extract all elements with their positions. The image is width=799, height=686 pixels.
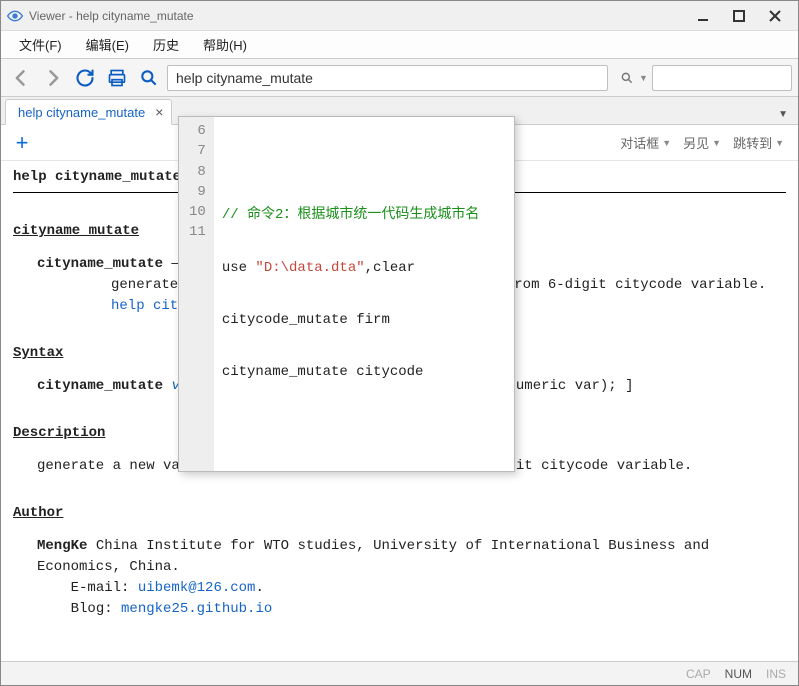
author-block: MengKe China Institute for WTO studies, … bbox=[37, 536, 786, 620]
chevron-down-icon: ▼ bbox=[712, 138, 721, 148]
line-gutter: 6 7 8 9 10 11 bbox=[179, 117, 214, 471]
menubar: 文件(F) 编辑(E) 历史 帮助(H) bbox=[1, 31, 798, 59]
find-button[interactable] bbox=[135, 64, 163, 92]
menu-history[interactable]: 历史 bbox=[141, 31, 191, 58]
tab-overflow-dropdown[interactable]: ▼ bbox=[774, 105, 792, 124]
search-icon[interactable] bbox=[618, 65, 636, 91]
status-num: NUM bbox=[725, 667, 752, 681]
email-link[interactable]: uibemk@126.com bbox=[138, 580, 256, 596]
viewer-window: Viewer - help cityname_mutate 文件(F) 编辑(E… bbox=[0, 0, 799, 686]
toolbar: ▼ bbox=[1, 59, 798, 97]
dialogbox-button[interactable]: 对话框▼ bbox=[616, 130, 675, 155]
titlebar: Viewer - help cityname_mutate bbox=[1, 1, 798, 31]
tab-close-icon[interactable]: × bbox=[155, 105, 163, 119]
blog-link[interactable]: mengke25.github.io bbox=[121, 601, 272, 617]
menu-edit[interactable]: 编辑(E) bbox=[74, 31, 141, 58]
status-ins: INS bbox=[766, 667, 786, 681]
author-name: MengKe bbox=[37, 538, 87, 554]
menu-help[interactable]: 帮助(H) bbox=[191, 31, 259, 58]
address-input[interactable] bbox=[167, 65, 608, 91]
maximize-button[interactable] bbox=[722, 5, 756, 27]
search-group: ▼ bbox=[618, 65, 792, 91]
jumpto-button[interactable]: 跳转到▼ bbox=[729, 130, 788, 155]
close-button[interactable] bbox=[758, 5, 792, 27]
print-button[interactable] bbox=[103, 64, 131, 92]
tab-label: help cityname_mutate bbox=[18, 105, 145, 120]
forward-button[interactable] bbox=[39, 64, 67, 92]
add-tab-button[interactable]: + bbox=[11, 130, 33, 156]
code-lines: // 命令2：根据城市统一代码生成城市名 use "D:\data.dta",c… bbox=[214, 117, 488, 471]
window-controls bbox=[686, 5, 792, 27]
code-tooltip: 6 7 8 9 10 11 // 命令2：根据城市统一代码生成城市名 use "… bbox=[178, 116, 515, 472]
menu-file[interactable]: 文件(F) bbox=[7, 31, 74, 58]
back-button[interactable] bbox=[7, 64, 35, 92]
section-author: Author bbox=[13, 503, 786, 524]
command-name: cityname_mutate bbox=[37, 256, 163, 272]
app-icon bbox=[7, 8, 23, 24]
status-cap: CAP bbox=[686, 667, 711, 681]
minimize-button[interactable] bbox=[686, 5, 720, 27]
chevron-down-icon: ▼ bbox=[775, 138, 784, 148]
status-bar: CAP NUM INS bbox=[1, 661, 798, 685]
search-input[interactable] bbox=[652, 65, 792, 91]
action-right-group: 对话框▼ 另见▼ 跳转到▼ bbox=[616, 130, 788, 155]
search-scope-dropdown[interactable]: ▼ bbox=[639, 73, 649, 83]
window-title: Viewer - help cityname_mutate bbox=[29, 9, 686, 23]
chevron-down-icon: ▼ bbox=[662, 138, 671, 148]
seealso-button[interactable]: 另见▼ bbox=[679, 130, 725, 155]
refresh-button[interactable] bbox=[71, 64, 99, 92]
tab-help-cityname-mutate[interactable]: help cityname_mutate × bbox=[5, 99, 172, 125]
